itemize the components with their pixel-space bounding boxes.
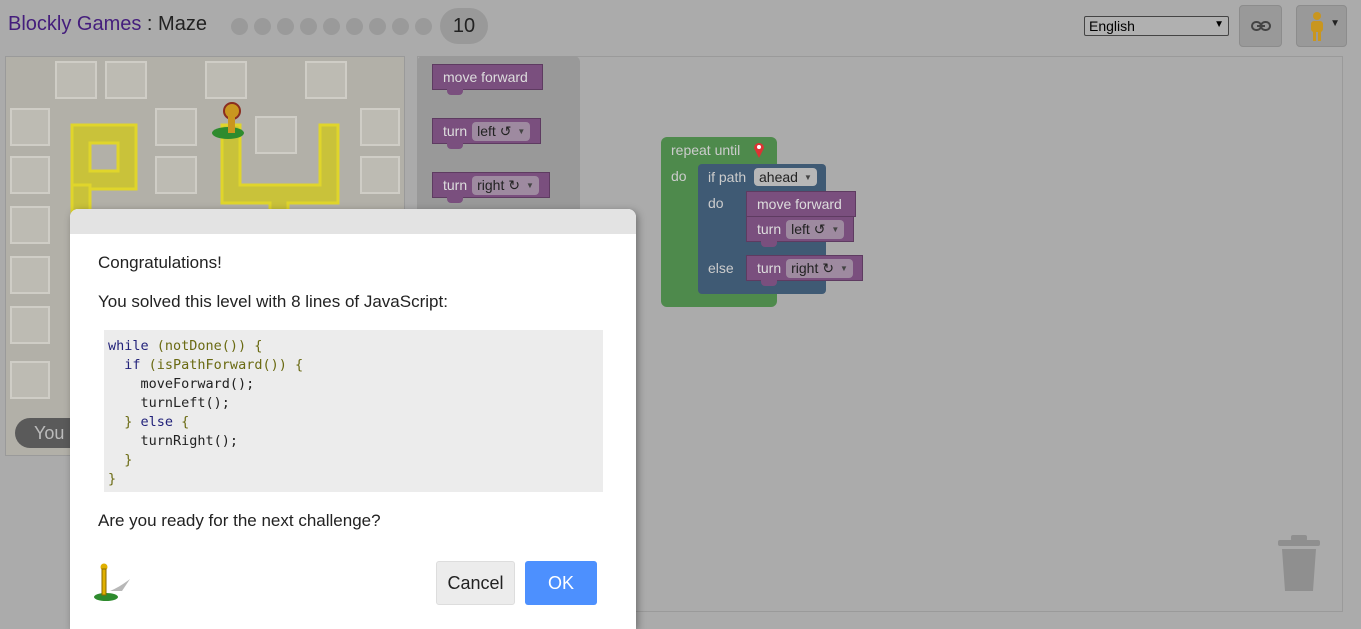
code-text: turnLeft(); [140, 395, 230, 411]
do-label: do [671, 168, 687, 184]
chevron-down-icon: ▼ [803, 172, 812, 182]
dropdown-value: left ↺ [477, 122, 512, 139]
toolbox-move-forward-block[interactable]: move forward [432, 64, 543, 95]
block-label: move forward [757, 196, 842, 212]
app-name-link[interactable]: Blockly Games [8, 13, 141, 35]
dialog-title-bar[interactable] [70, 209, 636, 234]
game-name: Maze [158, 13, 207, 35]
code-keyword: if [124, 357, 141, 373]
direction-dropdown[interactable]: left ↺ ▼ [472, 121, 531, 141]
code-keyword: else [132, 414, 174, 430]
pegman-button[interactable]: ▼ [1296, 5, 1347, 47]
congratulations-dialog: Congratulations! You solved this level w… [70, 209, 636, 629]
level-dot-7[interactable] [369, 17, 386, 35]
chevron-down-icon: ▼ [831, 224, 840, 234]
block-label: turn [443, 123, 468, 139]
cancel-button[interactable]: Cancel [436, 561, 515, 605]
link-icon [1250, 21, 1271, 31]
code-keyword: while [108, 338, 149, 354]
language-selected: English [1089, 18, 1135, 34]
level-dot-9[interactable] [415, 17, 432, 35]
chevron-down-icon: ▼ [517, 126, 526, 136]
turn-right-block[interactable]: turn right ↻ ▼ [746, 255, 863, 286]
page-title: Blockly Games : Maze [8, 13, 207, 36]
direction-dropdown[interactable]: left ↺ ▼ [786, 219, 845, 239]
pegman-marker [212, 102, 244, 139]
title-separator: : [141, 13, 159, 35]
block-label: turn [757, 221, 782, 237]
level-dot-1[interactable] [231, 17, 248, 35]
code-text: (notDone()) { [148, 338, 263, 354]
code-text: } [108, 471, 117, 487]
level-dot-8[interactable] [392, 17, 409, 35]
level-selector: 10 [231, 8, 488, 44]
block-label: turn [443, 177, 468, 193]
current-level-badge[interactable]: 10 [440, 8, 488, 44]
chevron-down-icon: ▼ [525, 180, 534, 190]
path-direction-dropdown[interactable]: ahead ▼ [754, 168, 817, 186]
move-forward-block[interactable]: move forward [746, 191, 856, 217]
dropdown-value: left ↺ [791, 220, 826, 237]
toolbox-turn-left-block[interactable]: turn left ↺ ▼ [432, 118, 541, 149]
chevron-down-icon: ▼ [839, 263, 848, 273]
level-dot-2[interactable] [254, 17, 271, 35]
code-text: moveForward(); [140, 376, 255, 392]
block-label: turn [757, 260, 782, 276]
repeat-label: repeat until [671, 142, 741, 158]
congrats-heading: Congratulations! [98, 253, 222, 272]
solved-message: You solved this level with 8 lines of Ja… [98, 292, 448, 311]
code-text: { [173, 414, 190, 430]
trash-icon[interactable] [1277, 534, 1321, 592]
goal-marker-icon [754, 143, 764, 158]
direction-dropdown[interactable]: right ↻ ▼ [472, 175, 539, 195]
next-challenge-question: Are you ready for the next challenge? [98, 511, 381, 530]
chevron-down-icon: ▼ [1214, 19, 1224, 30]
inner-do-label: do [708, 195, 724, 211]
chevron-down-icon: ▼ [1330, 18, 1340, 29]
code-listing: while (notDone()) { if (isPathForward())… [104, 330, 603, 492]
pegman-icon [94, 563, 130, 601]
if-path-label: if path [708, 169, 747, 185]
dropdown-value: right ↻ [791, 259, 834, 276]
pegman-icon [1311, 12, 1323, 41]
code-text: } [124, 452, 133, 468]
level-dot-3[interactable] [277, 17, 294, 35]
dropdown-value: ahead [759, 169, 798, 185]
code-text: (isPathForward()) { [140, 357, 304, 373]
dropdown-value: right ↻ [477, 176, 520, 193]
language-select[interactable]: English ▼ [1084, 16, 1229, 36]
else-label: else [708, 260, 734, 276]
level-dot-4[interactable] [300, 17, 317, 35]
ok-button[interactable]: OK [525, 561, 597, 605]
toolbox-turn-right-block[interactable]: turn right ↻ ▼ [432, 172, 550, 203]
code-text: turnRight(); [140, 433, 239, 449]
level-dot-5[interactable] [323, 17, 340, 35]
turn-left-block[interactable]: turn left ↺ ▼ [746, 216, 854, 247]
block-label: move forward [443, 69, 528, 85]
direction-dropdown[interactable]: right ↻ ▼ [786, 258, 853, 278]
link-button[interactable] [1239, 5, 1282, 47]
level-dot-6[interactable] [346, 17, 363, 35]
